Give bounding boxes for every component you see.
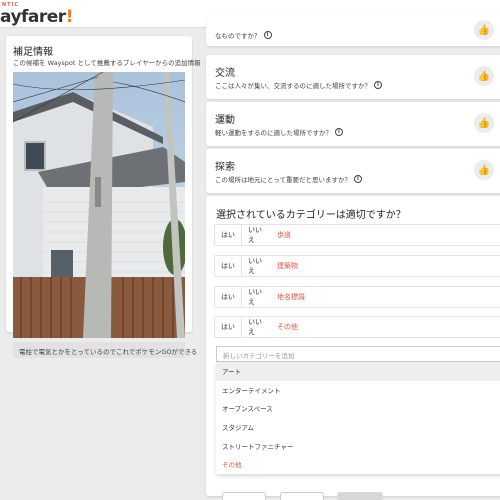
logo-mark: ! — [65, 7, 74, 27]
question-title-exercise: 運動 — [215, 115, 235, 126]
supplement-photo[interactable] — [13, 72, 185, 338]
photo-image — [13, 72, 185, 338]
no-button[interactable]: いいえ — [242, 225, 273, 245]
supplement-title: 補足情報 — [13, 47, 53, 58]
dropdown-option[interactable]: エンターテイメント — [216, 381, 500, 400]
category-row: はい いいえ その他 — [214, 316, 500, 338]
question-card-0: なものですか？ i 👍 — [206, 16, 500, 46]
question-card-social: 交流 ここは人々が集い、交流するのに適した場所ですか？ i 👍 — [206, 55, 500, 99]
info-icon[interactable]: i — [335, 128, 343, 136]
dropdown-option[interactable]: アート — [216, 362, 500, 381]
supplement-subtitle: この候補を Wayspot として推薦するプレイヤーからの追加情報 — [13, 59, 201, 67]
question-3-text: この場所は地元にとって重要だと思いますか？ — [215, 176, 351, 184]
question-card-exercise: 運動 軽い運動をするのに適した場所ですか？ i 👍 — [206, 102, 500, 146]
question-card-explore: 探索 この場所は地元にとって重要だと思いますか？ i 👍 — [206, 149, 500, 193]
supplement-card: 補足情報 この候補を Wayspot として推薦するプレイヤーからの追加情報 電… — [6, 36, 201, 358]
category-row: はい いいえ 地名標識 — [214, 286, 500, 308]
question-title-social: 交流 — [215, 68, 235, 79]
thumbs-up-icon[interactable]: 👍 — [474, 20, 494, 40]
no-button[interactable]: いいえ — [242, 287, 273, 307]
category-title: 選択されているカテゴリーは適切ですか？ — [216, 210, 406, 221]
question-text-explore: この場所は地元にとって重要だと思いますか？ i — [215, 174, 362, 184]
info-icon[interactable]: i — [263, 31, 272, 39]
logo-text: ayfarer — [0, 7, 66, 27]
wayfarer-logo[interactable]: ayfarer! — [0, 7, 73, 27]
question-text-social: ここは人々が集い、交流するのに適した場所ですか？ i — [215, 80, 382, 90]
yes-button[interactable]: はい — [215, 287, 242, 307]
thumbs-up-icon[interactable]: 👍 — [474, 113, 494, 133]
submit-button[interactable] — [337, 492, 383, 500]
dropdown-option[interactable]: その他 — [216, 455, 500, 474]
question-1-text: ここは人々が集い、交流するのに適した場所ですか？ — [215, 82, 371, 90]
no-button[interactable]: いいえ — [242, 317, 273, 337]
question-title-explore: 探索 — [215, 162, 235, 173]
category-row: はい いいえ 歩道 — [214, 224, 500, 246]
add-category-input[interactable]: 新しいカテゴリーを追加 — [216, 346, 500, 362]
category-card: 選択されているカテゴリーは適切ですか？ はい いいえ 歩道 はい いいえ 建築物… — [206, 196, 500, 496]
category-name: 歩道 — [277, 231, 291, 239]
dropdown-option[interactable]: スタジアム — [216, 418, 500, 437]
info-icon[interactable]: i — [353, 175, 362, 183]
dropdown-option[interactable]: オープンスペース — [216, 399, 500, 418]
no-button[interactable]: いいえ — [242, 256, 273, 276]
question-text-exercise: 軽い運動をするのに適した場所ですか？ i — [215, 127, 343, 137]
category-name: その他 — [277, 323, 298, 331]
question-0-text: なものですか？ — [215, 32, 261, 40]
dropdown-option[interactable]: ストリートファニチャー — [216, 436, 500, 455]
thumbs-up-icon[interactable]: 👍 — [474, 160, 494, 180]
yes-button[interactable]: はい — [215, 256, 242, 276]
thumbs-up-icon[interactable]: 👍 — [474, 66, 494, 86]
question-2-text: 軽い運動をするのに適した場所ですか？ — [215, 129, 332, 137]
category-dropdown: アート エンターテイメント オープンスペース スタジアム ストリートファニチャー… — [216, 362, 500, 474]
category-row: はい いいえ 建築物 — [214, 255, 500, 277]
info-icon[interactable]: i — [374, 81, 382, 89]
category-name: 地名標識 — [277, 293, 305, 301]
bottom-button[interactable] — [222, 492, 266, 500]
question-text: なものですか？ i — [215, 30, 272, 40]
yes-button[interactable]: はい — [215, 317, 242, 337]
bottom-button[interactable] — [280, 492, 324, 500]
supplement-caption: 電柱で電気とかをとっているのでこれでポケモンGOができる — [13, 342, 197, 358]
category-name: 建築物 — [277, 262, 298, 270]
yes-button[interactable]: はい — [215, 225, 242, 245]
